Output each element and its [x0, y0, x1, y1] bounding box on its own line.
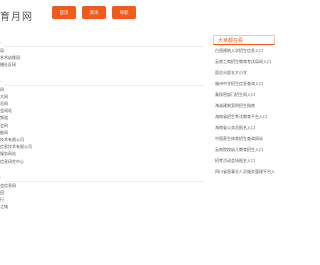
left-list-item[interactable]: 之城 — [0, 203, 205, 210]
nav-button-news[interactable]: 资讯 — [82, 6, 106, 19]
left-list-item[interactable]: 频道 — [0, 114, 205, 121]
left-list-item[interactable]: 员网 — [0, 100, 205, 107]
popular-link[interactable]: 白银建筑入学招生信息入口 — [215, 45, 275, 56]
left-group-2: 网大网 员网 会网站 频道 会网 能网 技术有限公司 信息技术有限公司 服务网站 信息研究中心 — [0, 86, 205, 165]
sidebar-title: 大家都在看 — [213, 35, 275, 45]
left-list-item[interactable]: 会网站 — [0, 107, 205, 114]
left-group-3: 会信息网园行之城 — [0, 182, 205, 211]
left-list-item[interactable]: 会网 — [0, 122, 205, 129]
left-group-1: 局艺术幼稚园 播社区网 — [0, 47, 205, 69]
left-content: · 局艺术幼稚园 播社区网 · 网大网 员网 会网站 频道 会网 能网 技术有限公司 信息技术有… — [0, 40, 205, 211]
nav-button-home[interactable]: 首页 — [52, 6, 76, 19]
popular-link[interactable]: 海诚建筑案例招生指南 — [215, 100, 275, 111]
popular-link[interactable]: 秦保密部门招生网入口 — [215, 89, 275, 100]
popular-link[interactable]: 福州中学招生信息查询入口 — [215, 78, 275, 89]
left-list-item[interactable]: 信息研究中心 — [0, 158, 205, 165]
popular-list: 白银建筑入学招生信息入口 云南工商招生教育考试局网入口 固总分部五大小学 福州中学招生… — [213, 45, 275, 177]
left-list-item[interactable]: 会信息网 — [0, 182, 205, 189]
popular-link[interactable]: 云南院校幼儿教育招生入口 — [215, 144, 275, 155]
left-list-item[interactable]: 技术有限公司 — [0, 136, 205, 143]
left-list-item[interactable]: 局 — [0, 47, 205, 54]
left-list-item[interactable]: 播社区网 — [0, 61, 205, 68]
left-list-item[interactable]: 能网 — [0, 129, 205, 136]
site-logo[interactable]: 育月网 — [0, 8, 33, 23]
popular-link[interactable]: 四川省直事业人员服务管理平台入口 — [215, 166, 275, 177]
left-list-item[interactable]: 网 — [0, 86, 205, 93]
popular-link[interactable]: 固总分部五大小学 — [215, 67, 275, 78]
left-list-item[interactable]: 服务网站 — [0, 150, 205, 157]
popular-link[interactable]: 海南省招生考试教育平台入口 — [215, 111, 275, 122]
popular-link[interactable]: 云南工商招生教育考试局网入口 — [215, 56, 275, 67]
nav-button-directory[interactable]: 导航 — [112, 6, 136, 19]
right-sidebar: 大家都在看 白银建筑入学招生信息入口 云南工商招生教育考试局网入口 固总分部五大小学… — [213, 35, 275, 177]
left-list-item[interactable]: 园 — [0, 189, 205, 196]
left-list-item[interactable]: 艺术幼稚园 — [0, 54, 205, 61]
popular-link[interactable]: 招考活动会场报名入口 — [215, 155, 275, 166]
popular-link[interactable]: 海南省公务员报名入口 — [215, 122, 275, 133]
left-list-item[interactable]: 行 — [0, 196, 205, 203]
left-list-item[interactable]: 信息技术有限公司 — [0, 143, 205, 150]
popular-link[interactable]: 中国养生体育招生查询网站 — [215, 133, 275, 144]
left-list-item[interactable]: 大网 — [0, 93, 205, 100]
